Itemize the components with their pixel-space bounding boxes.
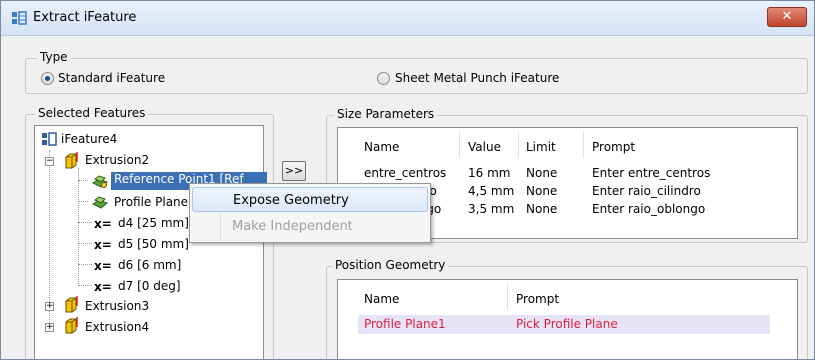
cell-value[interactable]: 4,5 mm: [468, 184, 514, 198]
parameter-icon: x=: [94, 259, 112, 273]
extrusion-icon: [65, 296, 78, 313]
tree-item-d7[interactable]: d7 [0 deg]: [118, 279, 181, 299]
menu-item-label: Expose Geometry: [233, 193, 349, 208]
position-geometry-label: Position Geometry: [332, 258, 449, 272]
position-geometry-table[interactable]: Name Prompt Profile Plane1 Pick Profile …: [337, 279, 798, 359]
extrusion-icon: [65, 152, 78, 169]
tree-item-extrusion2[interactable]: Extrusion2: [85, 153, 149, 173]
parameter-icon: x=: [94, 217, 112, 231]
tree-root-label[interactable]: iFeature4: [61, 132, 117, 152]
cell-value[interactable]: 16 mm: [468, 166, 510, 180]
column-header-prompt[interactable]: Prompt: [592, 140, 635, 154]
column-header-name[interactable]: Name: [364, 140, 399, 154]
extrusion3-expander[interactable]: +: [45, 302, 54, 311]
tree-item-d4[interactable]: d4 [25 mm]: [118, 216, 189, 236]
parameter-icon: x=: [94, 238, 112, 252]
context-menu: Expose Geometry Make Independent: [189, 183, 431, 243]
add-to-ifeature-button[interactable]: >>: [282, 161, 306, 181]
cell-prompt[interactable]: Enter raio_cilindro: [592, 184, 701, 198]
close-icon: ✕: [781, 9, 793, 24]
cell-limit[interactable]: None: [526, 166, 557, 180]
title-bar: Extract iFeature ✕: [1, 1, 814, 36]
sheet-metal-punch-radio[interactable]: [377, 72, 390, 85]
tree-item-profile-plane[interactable]: Profile Plane: [114, 195, 188, 215]
cell-prompt[interactable]: Enter raio_oblongo: [592, 202, 705, 216]
type-group-label: Type: [37, 50, 71, 64]
menu-item-label: Make Independent: [232, 219, 353, 234]
column-header-name[interactable]: Name: [364, 292, 399, 306]
extrusion4-expander[interactable]: +: [45, 323, 54, 332]
parameter-icon: x=: [94, 280, 112, 294]
ifeature-icon: [12, 11, 27, 25]
cell-prompt[interactable]: Pick Profile Plane: [516, 317, 618, 331]
sheet-metal-punch-label[interactable]: Sheet Metal Punch iFeature: [395, 71, 559, 85]
tree-item-extrusion3[interactable]: Extrusion3: [85, 299, 149, 319]
standard-ifeature-label[interactable]: Standard iFeature: [58, 71, 165, 85]
profile-plane-icon: [92, 196, 108, 209]
cell-name[interactable]: Profile Plane1: [364, 317, 446, 331]
menu-item-make-independent: Make Independent: [192, 214, 428, 239]
tree-item-extrusion4[interactable]: Extrusion4: [85, 320, 149, 340]
extrusion2-expander[interactable]: −: [45, 157, 54, 166]
tree-item-d5[interactable]: d5 [50 mm]: [118, 237, 189, 257]
cell-limit[interactable]: None: [526, 202, 557, 216]
column-header-prompt[interactable]: Prompt: [516, 292, 559, 306]
column-header-value[interactable]: Value: [468, 140, 501, 154]
standard-ifeature-radio[interactable]: [41, 72, 54, 85]
extract-ifeature-dialog: Extract iFeature ✕ Type Standard iFeatur…: [0, 0, 815, 360]
cell-prompt[interactable]: Enter entre_centros: [592, 166, 710, 180]
window-title: Extract iFeature: [33, 10, 137, 25]
extrusion-icon: [65, 317, 78, 334]
cell-value[interactable]: 3,5 mm: [468, 202, 514, 216]
cell-limit[interactable]: None: [526, 184, 557, 198]
cell-name[interactable]: entre_centros: [364, 166, 446, 180]
menu-item-expose-geometry[interactable]: Expose Geometry: [192, 187, 428, 212]
tree-item-d6[interactable]: d6 [6 mm]: [118, 258, 181, 278]
column-header-limit[interactable]: Limit: [526, 140, 556, 154]
ifeature-root-icon: [42, 132, 57, 146]
size-parameters-label: Size Parameters: [334, 107, 438, 121]
selected-features-label: Selected Features: [35, 106, 149, 120]
table-row[interactable]: Profile Plane1 Pick Profile Plane: [358, 315, 770, 334]
close-button[interactable]: ✕: [767, 7, 807, 27]
work-point-icon: [92, 175, 108, 188]
